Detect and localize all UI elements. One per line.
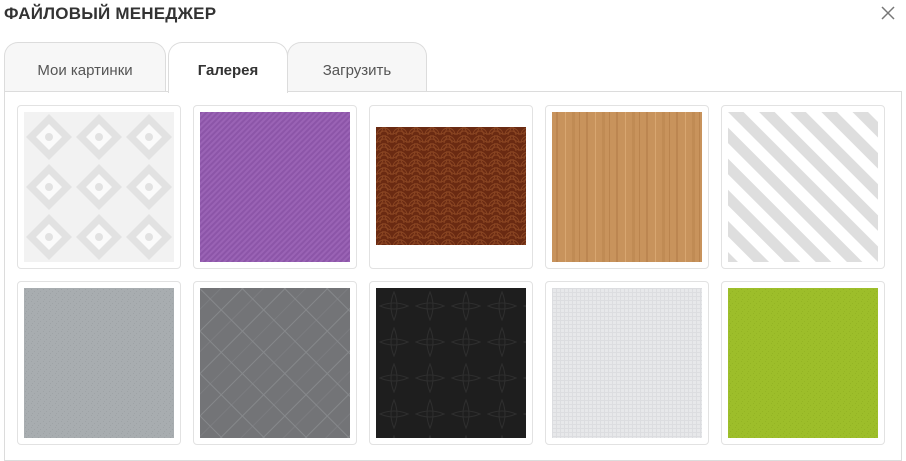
- tab-gallery[interactable]: Галерея: [168, 42, 288, 93]
- gallery-thumbnail: [728, 112, 878, 262]
- gallery-item-light-wood[interactable]: [545, 105, 709, 269]
- dialog-title: ФАЙЛОВЫЙ МЕНЕДЖЕР: [4, 4, 217, 23]
- gallery-item-white-linen[interactable]: [545, 281, 709, 445]
- gallery-item-light-gray-texture[interactable]: [17, 281, 181, 445]
- gallery-item-damask-white[interactable]: [17, 105, 181, 269]
- gallery-panel: [4, 91, 902, 461]
- gallery-item-gray-stripes[interactable]: [721, 105, 885, 269]
- tab-my-pictures[interactable]: Мои картинки: [4, 42, 166, 91]
- gallery-thumbnail: [200, 112, 350, 262]
- gallery-item-purple-diagonal[interactable]: [193, 105, 357, 269]
- gallery-thumbnail: [552, 288, 702, 438]
- tab-upload[interactable]: Загрузить: [287, 42, 427, 91]
- gallery-thumbnail: [24, 288, 174, 438]
- gallery-thumbnail: [376, 127, 526, 245]
- gallery-thumbnail: [200, 288, 350, 438]
- close-icon[interactable]: [880, 5, 896, 21]
- gallery-thumbnail: [552, 112, 702, 262]
- gallery-item-black-ornament[interactable]: [369, 281, 533, 445]
- gallery-item-gray-argyle[interactable]: [193, 281, 357, 445]
- gallery-item-brown-waves[interactable]: [369, 105, 533, 269]
- gallery-thumbnail: [376, 288, 526, 438]
- gallery-thumbnail: [728, 288, 878, 438]
- gallery-thumbnail: [24, 112, 174, 262]
- gallery-item-lime-green[interactable]: [721, 281, 885, 445]
